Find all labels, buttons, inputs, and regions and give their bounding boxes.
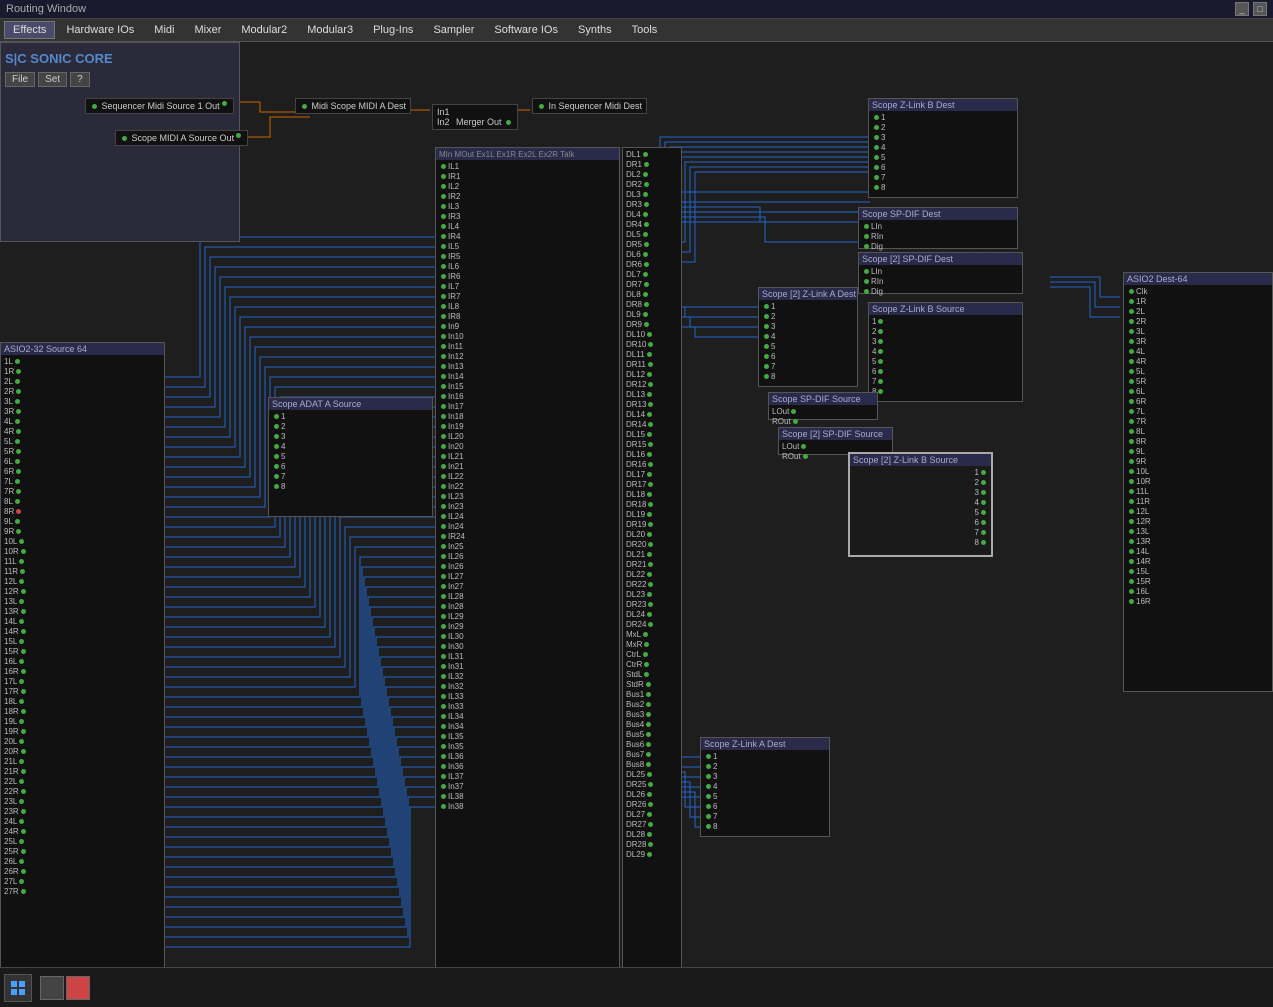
scope-spdif-dest-box: Scope SP-DIF Dest LIn RIn Dig xyxy=(858,207,1018,249)
menu-synths[interactable]: Synths xyxy=(569,21,621,39)
menu-plug-ins[interactable]: Plug-Ins xyxy=(364,21,422,39)
midi-scope-dest-box: Midi Scope MIDI A Dest xyxy=(295,98,411,114)
scope-zlink-a-dest2-title: Scope [2] Z-Link A Dest xyxy=(759,288,857,300)
sequencer-midi-source-label: Sequencer Midi Source 1 Out xyxy=(102,101,220,111)
merger-out-label: Merger Out xyxy=(456,117,502,127)
sidebar-buttons[interactable]: File Set ? xyxy=(5,70,235,89)
routing-canvas[interactable]: S|C SONIC CORE File Set ? Sequencer Midi… xyxy=(0,42,1273,1002)
menu-tools[interactable]: Tools xyxy=(623,21,667,39)
merger-in2-label: In2 xyxy=(437,117,450,127)
scope-spdif-source-title: Scope SP-DIF Source xyxy=(769,393,877,405)
menu-effects[interactable]: Effects xyxy=(4,21,55,39)
scope-spdif-dest-title: Scope SP-DIF Dest xyxy=(859,208,1017,220)
scope-adat-source-ports: 1 2 3 4 5 6 7 8 xyxy=(269,410,432,492)
asio-source-title: ASIO2-32 Source 64 xyxy=(1,343,164,355)
menu-hardware-ios[interactable]: Hardware IOs xyxy=(57,21,143,39)
scope-adat-source-title: Scope ADAT A Source xyxy=(269,398,432,410)
stm-outputs-box: DL1 DR1 DL2 DR2 DL3 DR3 DL4 DR4 DL5 DR5 … xyxy=(622,147,682,1002)
help-button[interactable]: ? xyxy=(70,72,90,87)
menu-mixer[interactable]: Mixer xyxy=(185,21,230,39)
scope-spdif-source2-title: Scope [2] SP-DIF Source xyxy=(779,428,892,440)
scope-spdif-dest2-title: Scope [2] SP-DIF Dest xyxy=(859,253,1022,265)
stm-4896-ports: IL1 IR1 IL2 IR2 IL3 IR3 IL4 IR4 IL5 IR5 … xyxy=(436,160,619,812)
scope-spdif-source2-box: Scope [2] SP-DIF Source LOut ROut xyxy=(778,427,893,455)
minimize-button[interactable]: _ xyxy=(1235,2,1249,16)
title-bar-buttons[interactable]: _ □ xyxy=(1235,2,1267,16)
midi-scope-dest-label: Midi Scope MIDI A Dest xyxy=(312,101,407,111)
asio-dest-ports: Clk 1R 2L 2R 3L 3R 4L 4R 5L 5R 6L 6R 7L … xyxy=(1124,285,1272,607)
in-seq-midi-dest-box: In Sequencer Midi Dest xyxy=(532,98,647,114)
scope-zlink-b-source-box: Scope Z-Link B Source 1 2 3 4 5 6 7 8 xyxy=(868,302,1023,402)
menu-sampler[interactable]: Sampler xyxy=(424,21,483,39)
scope-zlink-b-source-title: Scope Z-Link B Source xyxy=(869,303,1022,315)
scope-zlink-b-source-ports: 1 2 3 4 5 6 7 8 xyxy=(869,315,1022,397)
sequencer-midi-source-box: Sequencer Midi Source 1 Out xyxy=(85,98,234,114)
scope-zlink-a-dest-ports: 1 2 3 4 5 6 7 8 xyxy=(701,750,829,832)
scope-zlink-a-dest2-box: Scope [2] Z-Link A Dest 1 2 3 4 5 6 7 8 xyxy=(758,287,858,387)
scope-zlink-b-source2-title: Scope [2] Z-Link B Source xyxy=(850,454,991,466)
in-seq-midi-dest-label: In Sequencer Midi Dest xyxy=(549,101,643,111)
asio-dest-title: ASIO2 Dest-64 xyxy=(1124,273,1272,285)
sonic-core-logo: S|C SONIC CORE xyxy=(5,47,235,70)
asio-dest-box: ASIO2 Dest-64 Clk 1R 2L 2R 3L 3R 4L 4R 5… xyxy=(1123,272,1273,692)
stm-4896-box: MIn MOut Ex1L Ex1R Ex2L Ex2R Talk IL1 IR… xyxy=(435,147,620,1002)
scope-midi-source-label: Scope MIDI A Source Out xyxy=(132,133,235,143)
scope-zlink-b-source2-box: Scope [2] Z-Link B Source 1 2 3 4 5 6 7 … xyxy=(848,452,993,557)
scope-zlink-a-dest-title: Scope Z-Link A Dest xyxy=(701,738,829,750)
scope-zlink-b-dest-title: Scope Z-Link B Dest xyxy=(869,99,1017,111)
menu-modular2[interactable]: Modular2 xyxy=(232,21,296,39)
menu-bar[interactable]: Effects Hardware IOs Midi Mixer Modular2… xyxy=(0,19,1273,42)
start-button[interactable] xyxy=(4,974,32,1002)
taskbar-icon-1[interactable] xyxy=(40,976,64,1000)
menu-midi[interactable]: Midi xyxy=(145,21,183,39)
title-bar: Routing Window _ □ xyxy=(0,0,1273,19)
taskbar-icon-2[interactable] xyxy=(66,976,90,1000)
scope-zlink-b-source2-ports: 1 2 3 4 5 6 7 8 xyxy=(850,466,991,548)
scope-spdif-dest2-ports: LIn RIn Dig xyxy=(859,265,1022,297)
taskbar-quick-launch[interactable] xyxy=(40,976,90,1000)
stm-output-ports: DL1 DR1 DL2 DR2 DL3 DR3 DL4 DR4 DL5 DR5 … xyxy=(623,148,681,860)
scope-spdif-source-box: Scope SP-DIF Source LOut ROut xyxy=(768,392,878,420)
scope-spdif-dest-ports: LIn RIn Dig xyxy=(859,220,1017,252)
scope-adat-source-box: Scope ADAT A Source 1 2 3 4 5 6 7 8 xyxy=(268,397,433,517)
file-button[interactable]: File xyxy=(5,72,35,87)
set-button[interactable]: Set xyxy=(38,72,67,87)
window-title: Routing Window xyxy=(6,3,86,15)
merger-in1-label: In1 xyxy=(437,107,450,117)
scope-spdif-source-ports: LOut ROut xyxy=(769,405,877,427)
windows-icon xyxy=(11,981,25,995)
maximize-button[interactable]: □ xyxy=(1253,2,1267,16)
merger-out-box: In1 In2 Merger Out xyxy=(432,104,518,130)
menu-modular3[interactable]: Modular3 xyxy=(298,21,362,39)
taskbar[interactable] xyxy=(0,967,1273,1007)
scope-midi-source-box: Scope MIDI A Source Out xyxy=(115,130,248,146)
asio-source-box: ASIO2-32 Source 64 1L 1R 2L 2R 3L 3R 4L … xyxy=(0,342,165,982)
menu-software-ios[interactable]: Software IOs xyxy=(485,21,567,39)
scope-spdif-dest2-box: Scope [2] SP-DIF Dest LIn RIn Dig xyxy=(858,252,1023,294)
scope-zlink-a-dest2-ports: 1 2 3 4 5 6 7 8 xyxy=(759,300,857,382)
stm-4896-title: MIn MOut Ex1L Ex1R Ex2L Ex2R Talk xyxy=(436,148,619,160)
scope-zlink-a-dest-box: Scope Z-Link A Dest 1 2 3 4 5 6 7 8 xyxy=(700,737,830,837)
scope-zlink-b-dest-ports: 1 2 3 4 5 6 7 8 xyxy=(869,111,1017,193)
scope-zlink-b-dest-box: Scope Z-Link B Dest 1 2 3 4 5 6 7 8 xyxy=(868,98,1018,198)
asio-source-ports: 1L 1R 2L 2R 3L 3R 4L 4R 5L 5R 6L 6R 7L 7… xyxy=(1,355,164,897)
